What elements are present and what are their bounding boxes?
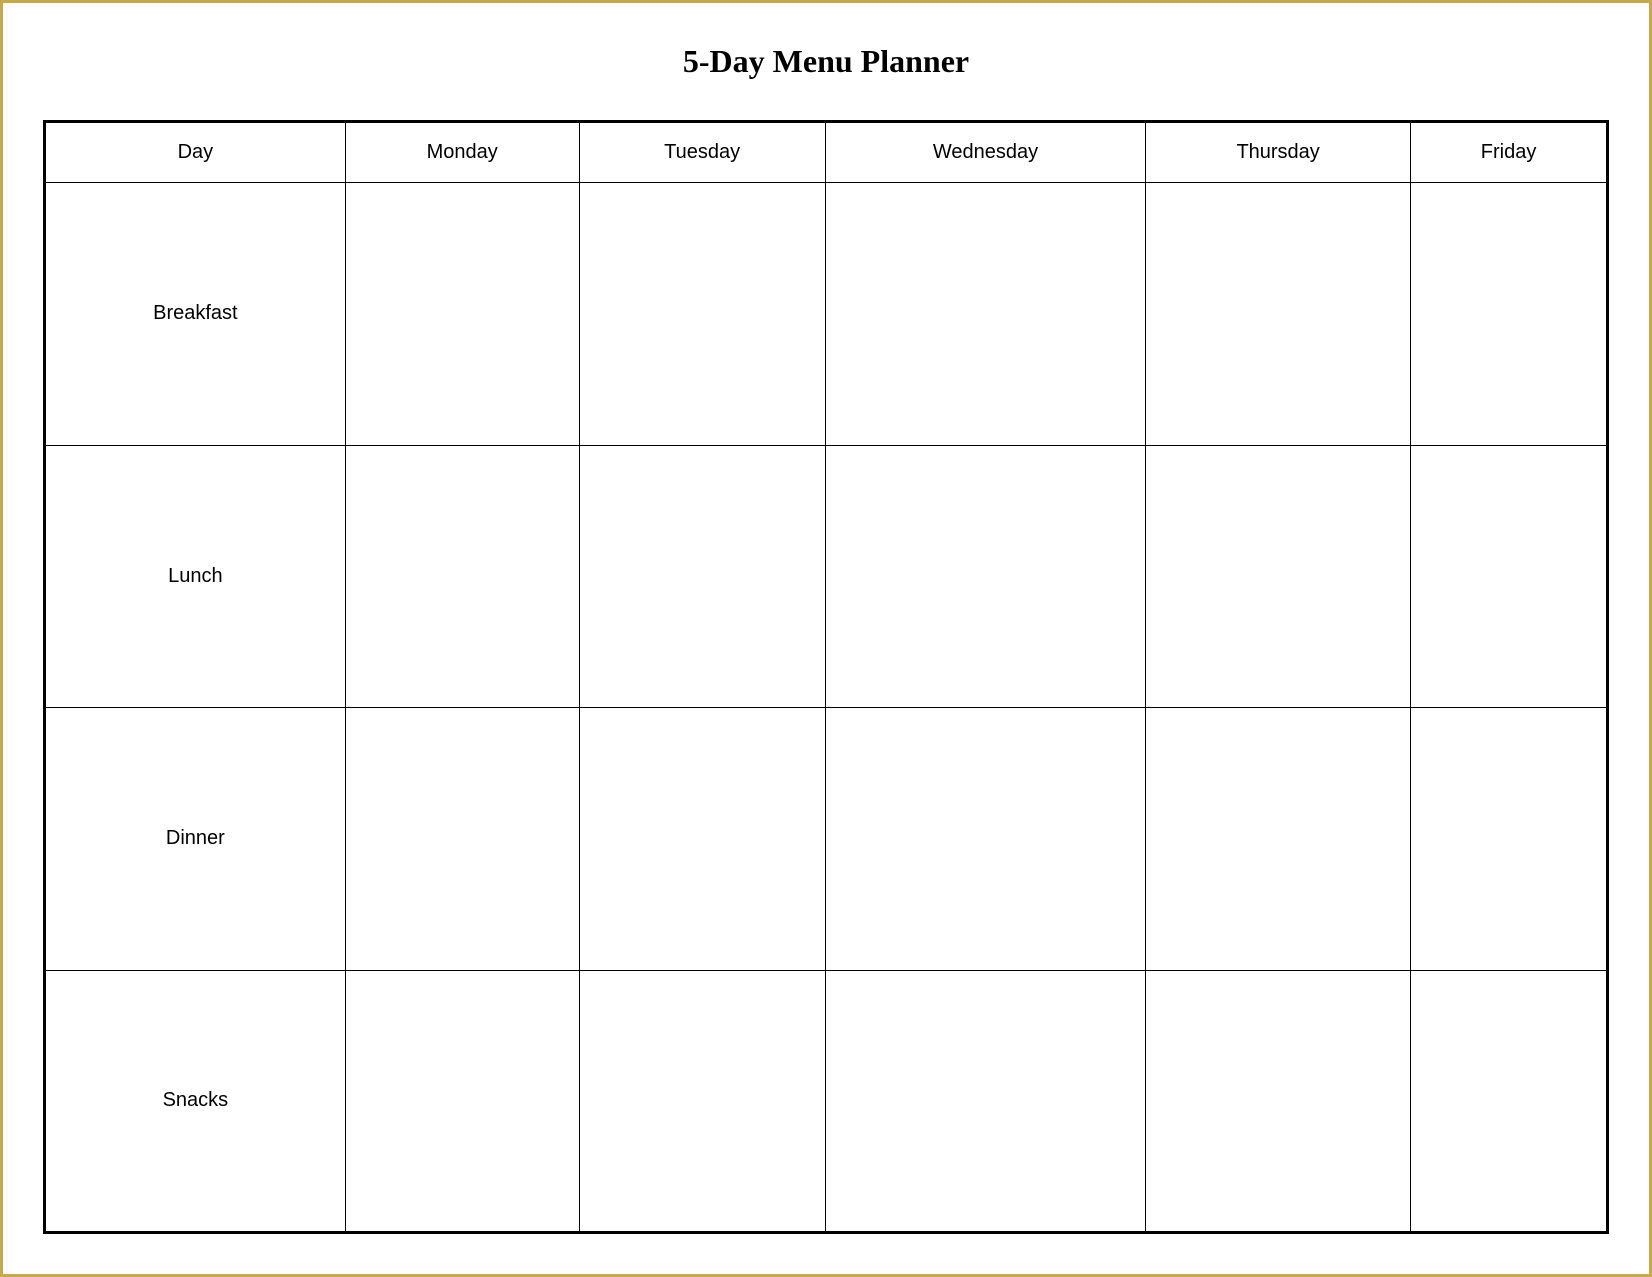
- cell-lunch-tuesday[interactable]: [579, 445, 825, 708]
- label-snacks: Snacks: [45, 970, 346, 1233]
- cell-snacks-tuesday[interactable]: [579, 970, 825, 1233]
- cell-lunch-friday[interactable]: [1411, 445, 1608, 708]
- label-lunch: Lunch: [45, 445, 346, 708]
- header-monday: Monday: [345, 122, 579, 183]
- cell-dinner-thursday[interactable]: [1146, 708, 1411, 971]
- header-tuesday: Tuesday: [579, 122, 825, 183]
- row-snacks: Snacks: [45, 970, 1608, 1233]
- cell-lunch-monday[interactable]: [345, 445, 579, 708]
- cell-dinner-monday[interactable]: [345, 708, 579, 971]
- cell-snacks-friday[interactable]: [1411, 970, 1608, 1233]
- cell-dinner-wednesday[interactable]: [825, 708, 1145, 971]
- cell-breakfast-wednesday[interactable]: [825, 183, 1145, 446]
- header-thursday: Thursday: [1146, 122, 1411, 183]
- cell-breakfast-tuesday[interactable]: [579, 183, 825, 446]
- cell-snacks-thursday[interactable]: [1146, 970, 1411, 1233]
- cell-breakfast-thursday[interactable]: [1146, 183, 1411, 446]
- row-lunch: Lunch: [45, 445, 1608, 708]
- cell-breakfast-friday[interactable]: [1411, 183, 1608, 446]
- header-wednesday: Wednesday: [825, 122, 1145, 183]
- cell-dinner-friday[interactable]: [1411, 708, 1608, 971]
- header-friday: Friday: [1411, 122, 1608, 183]
- page-title: 5-Day Menu Planner: [683, 43, 969, 80]
- cell-lunch-wednesday[interactable]: [825, 445, 1145, 708]
- label-breakfast: Breakfast: [45, 183, 346, 446]
- label-dinner: Dinner: [45, 708, 346, 971]
- cell-dinner-tuesday[interactable]: [579, 708, 825, 971]
- header-row: Day Monday Tuesday Wednesday Thursday Fr…: [45, 122, 1608, 183]
- row-breakfast: Breakfast: [45, 183, 1608, 446]
- cell-snacks-wednesday[interactable]: [825, 970, 1145, 1233]
- cell-lunch-thursday[interactable]: [1146, 445, 1411, 708]
- planner-table: Day Monday Tuesday Wednesday Thursday Fr…: [43, 120, 1609, 1234]
- row-dinner: Dinner: [45, 708, 1608, 971]
- cell-snacks-monday[interactable]: [345, 970, 579, 1233]
- cell-breakfast-monday[interactable]: [345, 183, 579, 446]
- header-day: Day: [45, 122, 346, 183]
